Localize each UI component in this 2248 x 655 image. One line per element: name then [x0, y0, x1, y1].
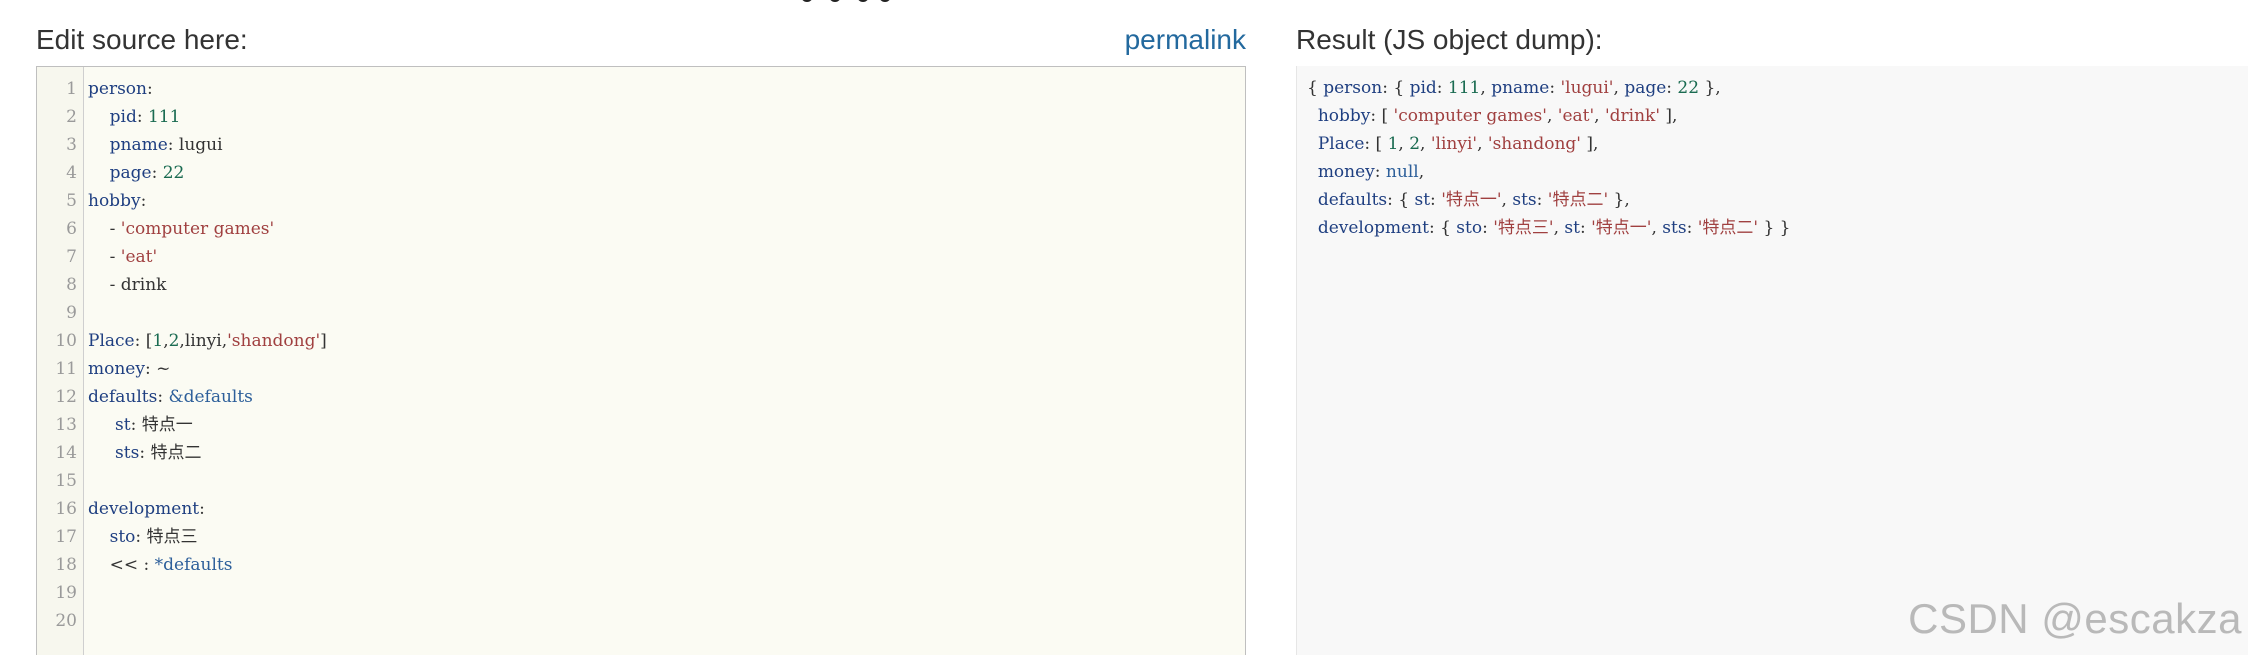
- line-number-16: 16: [55, 499, 77, 519]
- code-line-10[interactable]: Place: [1,2,linyi,'shandong']: [88, 327, 1245, 355]
- line-number-6: 6: [66, 219, 77, 239]
- yaml-source-editor[interactable]: 1 2 3 4 5 6 7 8 9 10 11 12 13 14 15 16 1…: [36, 66, 1246, 655]
- line-number-3: 3: [66, 135, 77, 155]
- result-heading: Result (JS object dump):: [1296, 24, 1603, 55]
- line-number-7: 7: [66, 247, 77, 267]
- code-line-20[interactable]: [88, 607, 1245, 635]
- line-number-13: 13: [55, 415, 77, 435]
- line-number-1: 1: [66, 79, 77, 99]
- line-number-10: 10: [55, 331, 77, 351]
- line-number-18: 18: [55, 555, 77, 575]
- line-number-17: 17: [55, 527, 77, 547]
- editor-heading: Edit source here:: [36, 24, 248, 55]
- code-line-11[interactable]: money: ~: [88, 355, 1245, 383]
- result-line-1: { person: { pid: 111, pname: 'lugui', pa…: [1307, 78, 1721, 98]
- code-line-15[interactable]: [88, 467, 1245, 495]
- code-line-2[interactable]: pid: 111: [88, 103, 1245, 131]
- code-line-4[interactable]: page: 22: [88, 159, 1245, 187]
- line-number-8: 8: [66, 275, 77, 295]
- cropped-page-title: [795, 0, 905, 6]
- line-number-4: 4: [66, 163, 77, 183]
- line-number-9: 9: [66, 303, 77, 323]
- result-line-5: defaults: { st: '特点一', sts: '特点二' },: [1317, 190, 1630, 210]
- line-numbers: 1 2 3 4 5 6 7 8 9 10 11 12 13 14 15 16 1…: [37, 75, 77, 635]
- line-number-2: 2: [66, 107, 77, 127]
- code-line-13[interactable]: st: 特点一: [88, 411, 1245, 439]
- line-number-14: 14: [55, 443, 77, 463]
- line-number-20: 20: [55, 611, 77, 631]
- code-line-8[interactable]: - drink: [88, 271, 1245, 299]
- code-line-18[interactable]: << : *defaults: [88, 551, 1245, 579]
- result-line-2: hobby: [ 'computer games', 'eat', 'drink…: [1317, 106, 1678, 126]
- code-line-9[interactable]: [88, 299, 1245, 327]
- result-code-lines: { person: { pid: 111, pname: 'lugui', pa…: [1307, 74, 2240, 242]
- js-object-dump-panel: { person: { pid: 111, pname: 'lugui', pa…: [1296, 66, 2248, 655]
- line-number-19: 19: [55, 583, 77, 603]
- csdn-watermark: CSDN @escakza: [1908, 595, 2242, 642]
- line-number-15: 15: [55, 471, 77, 491]
- code-line-5[interactable]: hobby:: [88, 187, 1245, 215]
- code-line-12[interactable]: defaults: &defaults: [88, 383, 1245, 411]
- code-line-7[interactable]: - 'eat': [88, 243, 1245, 271]
- result-line-6: development: { sto: '特点三', st: '特点一', st…: [1317, 218, 1791, 238]
- result-line-4: money: null,: [1317, 162, 1425, 182]
- yaml-code-lines[interactable]: person: pid: 111 pname: lugui page: 22 h…: [88, 75, 1245, 635]
- permalink-link[interactable]: permalink: [1125, 24, 1246, 56]
- editor-line-number-gutter: 1 2 3 4 5 6 7 8 9 10 11 12 13 14 15 16 1…: [37, 67, 84, 655]
- result-line-3: Place: [ 1, 2, 'linyi', 'shandong' ],: [1317, 134, 1599, 154]
- code-line-14[interactable]: sts: 特点二: [88, 439, 1245, 467]
- line-number-5: 5: [66, 191, 77, 211]
- code-line-1[interactable]: person:: [88, 75, 1245, 103]
- line-number-12: 12: [55, 387, 77, 407]
- code-line-6[interactable]: - 'computer games': [88, 215, 1245, 243]
- yaml-online-parser-page: Edit source here: permalink Result (JS o…: [0, 0, 2248, 655]
- line-number-11: 11: [55, 359, 77, 379]
- code-line-16[interactable]: development:: [88, 495, 1245, 523]
- code-line-17[interactable]: sto: 特点三: [88, 523, 1245, 551]
- code-line-19[interactable]: [88, 579, 1245, 607]
- code-line-3[interactable]: pname: lugui: [88, 131, 1245, 159]
